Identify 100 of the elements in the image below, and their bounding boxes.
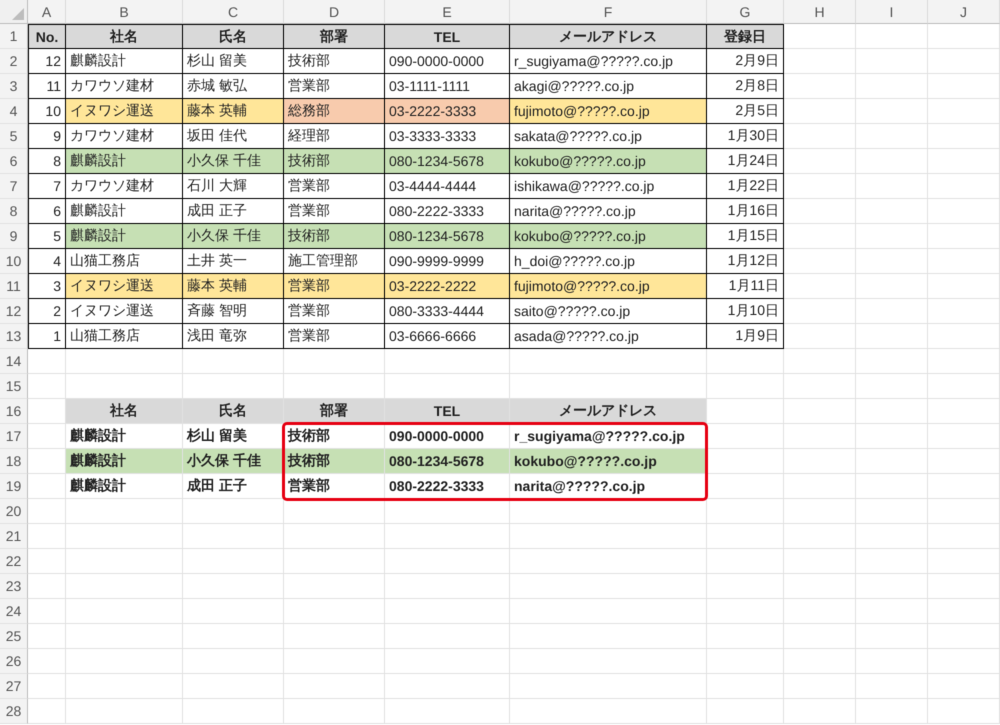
table-cell: イヌワシ運送 bbox=[66, 99, 183, 124]
row-header[interactable]: 20 bbox=[0, 499, 28, 524]
table-cell: カワウソ建材 bbox=[66, 124, 183, 149]
table-cell: 小久保 千佳 bbox=[183, 149, 284, 174]
column-header[interactable]: D bbox=[284, 0, 385, 24]
table-cell: 技術部 bbox=[284, 149, 385, 174]
header-cell: No. bbox=[28, 24, 66, 49]
table-cell: 11 bbox=[28, 74, 66, 99]
table-cell: 営業部 bbox=[284, 324, 385, 349]
table-cell: 1月9日 bbox=[707, 324, 784, 349]
table-cell: 080-3333-4444 bbox=[385, 299, 510, 324]
table-cell: 土井 英一 bbox=[183, 249, 284, 274]
row-header[interactable]: 11 bbox=[0, 274, 28, 299]
column-header[interactable]: F bbox=[510, 0, 707, 24]
row-header[interactable]: 27 bbox=[0, 674, 28, 699]
table-cell: 8 bbox=[28, 149, 66, 174]
table-cell: 2月8日 bbox=[707, 74, 784, 99]
table-cell: 03-3333-3333 bbox=[385, 124, 510, 149]
column-header[interactable]: J bbox=[928, 0, 1000, 24]
table-cell: イヌワシ運送 bbox=[66, 299, 183, 324]
table-cell: 藤本 英輔 bbox=[183, 274, 284, 299]
row-header[interactable]: 26 bbox=[0, 649, 28, 674]
column-header[interactable]: H bbox=[784, 0, 856, 24]
row-header[interactable]: 8 bbox=[0, 199, 28, 224]
table-cell: akagi@?????.co.jp bbox=[510, 74, 707, 99]
table-cell: 03-6666-6666 bbox=[385, 324, 510, 349]
table-cell: 赤城 敏弘 bbox=[183, 74, 284, 99]
column-header[interactable]: I bbox=[856, 0, 928, 24]
select-all-icon[interactable] bbox=[12, 8, 24, 20]
table-cell: 杉山 留美 bbox=[183, 49, 284, 74]
row-header[interactable]: 28 bbox=[0, 699, 28, 724]
table-cell: 1月30日 bbox=[707, 124, 784, 149]
header-cell: 部署 bbox=[284, 24, 385, 49]
table-cell: 2 bbox=[28, 299, 66, 324]
table-cell: 山猫工務店 bbox=[66, 249, 183, 274]
table-cell: 営業部 bbox=[284, 74, 385, 99]
column-header[interactable]: G bbox=[707, 0, 784, 24]
column-header[interactable]: A bbox=[28, 0, 66, 24]
row-header[interactable]: 7 bbox=[0, 174, 28, 199]
row-header[interactable]: 1 bbox=[0, 24, 28, 49]
row-header[interactable]: 5 bbox=[0, 124, 28, 149]
table-cell: 2月9日 bbox=[707, 49, 784, 74]
table-cell: 080-1234-5678 bbox=[385, 149, 510, 174]
table-cell: 成田 正子 bbox=[183, 199, 284, 224]
table-cell: 1月12日 bbox=[707, 249, 784, 274]
table-cell: 1月22日 bbox=[707, 174, 784, 199]
header-cell: TEL bbox=[385, 24, 510, 49]
row-header[interactable]: 3 bbox=[0, 74, 28, 99]
column-header[interactable]: C bbox=[183, 0, 284, 24]
row-header[interactable]: 19 bbox=[0, 474, 28, 499]
row-header[interactable]: 23 bbox=[0, 574, 28, 599]
table-cell: 斉藤 智明 bbox=[183, 299, 284, 324]
column-header[interactable]: E bbox=[385, 0, 510, 24]
row-header[interactable]: 10 bbox=[0, 249, 28, 274]
row-header[interactable]: 2 bbox=[0, 49, 28, 74]
row-header[interactable]: 25 bbox=[0, 624, 28, 649]
row-header[interactable]: 9 bbox=[0, 224, 28, 249]
table-cell: 080-2222-3333 bbox=[385, 199, 510, 224]
header-cell: 社名 bbox=[66, 399, 183, 424]
table-cell: 石川 大輝 bbox=[183, 174, 284, 199]
table-cell: 浅田 竜弥 bbox=[183, 324, 284, 349]
row-header[interactable]: 22 bbox=[0, 549, 28, 574]
table-cell: 技術部 bbox=[284, 449, 385, 474]
header-cell: TEL bbox=[385, 399, 510, 424]
table-cell: 山猫工務店 bbox=[66, 324, 183, 349]
row-header[interactable]: 14 bbox=[0, 349, 28, 374]
row-header[interactable]: 21 bbox=[0, 524, 28, 549]
table-cell: 10 bbox=[28, 99, 66, 124]
row-header[interactable]: 4 bbox=[0, 99, 28, 124]
table-cell: 3 bbox=[28, 274, 66, 299]
table-cell: 6 bbox=[28, 199, 66, 224]
table-cell: r_sugiyama@?????.co.jp bbox=[510, 49, 707, 74]
table-cell: カワウソ建材 bbox=[66, 74, 183, 99]
row-header[interactable]: 13 bbox=[0, 324, 28, 349]
row-header[interactable]: 16 bbox=[0, 399, 28, 424]
table-cell: 小久保 千佳 bbox=[183, 224, 284, 249]
row-header[interactable]: 6 bbox=[0, 149, 28, 174]
table-cell: 1月16日 bbox=[707, 199, 784, 224]
row-header[interactable]: 15 bbox=[0, 374, 28, 399]
table-cell: 4 bbox=[28, 249, 66, 274]
column-header[interactable]: B bbox=[66, 0, 183, 24]
row-header[interactable]: 12 bbox=[0, 299, 28, 324]
table-cell: 麒麟設計 bbox=[66, 149, 183, 174]
header-cell: メールアドレス bbox=[510, 399, 707, 424]
row-header[interactable]: 24 bbox=[0, 599, 28, 624]
header-cell: 社名 bbox=[66, 24, 183, 49]
table-cell: 5 bbox=[28, 224, 66, 249]
row-header[interactable]: 18 bbox=[0, 449, 28, 474]
table-cell: 1月11日 bbox=[707, 274, 784, 299]
table-cell: 技術部 bbox=[284, 224, 385, 249]
table-cell: カワウソ建材 bbox=[66, 174, 183, 199]
header-cell: 部署 bbox=[284, 399, 385, 424]
table-cell: saito@?????.co.jp bbox=[510, 299, 707, 324]
table-cell: 麒麟設計 bbox=[66, 424, 183, 449]
row-header[interactable]: 17 bbox=[0, 424, 28, 449]
table-cell: 総務部 bbox=[284, 99, 385, 124]
table-cell: 坂田 佳代 bbox=[183, 124, 284, 149]
table-cell: 営業部 bbox=[284, 174, 385, 199]
table-cell: 03-2222-3333 bbox=[385, 99, 510, 124]
table-cell: 麒麟設計 bbox=[66, 49, 183, 74]
